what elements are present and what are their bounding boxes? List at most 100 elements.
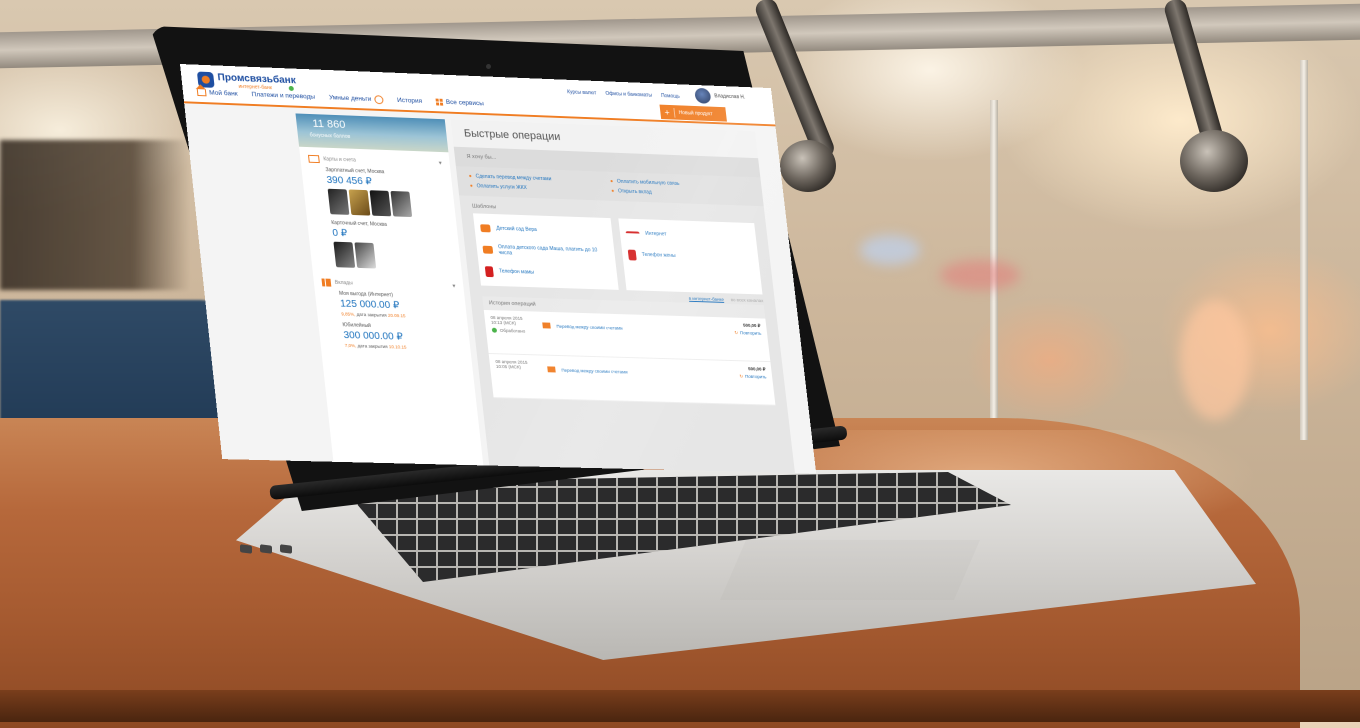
top-link-rates[interactable]: Курсы валют — [567, 89, 597, 96]
section-title: Карты и счета — [323, 156, 357, 164]
transfer-icon — [547, 366, 556, 373]
blurred-light — [1180, 300, 1250, 420]
avatar[interactable] — [694, 87, 712, 104]
template-item[interactable]: Телефон мамы — [484, 260, 612, 285]
building-icon — [482, 245, 493, 254]
template-label: Детский сад Вера — [495, 225, 538, 233]
chevron-down-icon[interactable]: ▾ — [438, 160, 442, 167]
user-menu[interactable]: Владислав Н. — [694, 87, 746, 105]
section-title: Вклады — [334, 279, 354, 287]
deposit-rate: 9,85%, — [341, 311, 356, 317]
history-amount-block: 500,00 ₽ Повторить — [738, 366, 767, 381]
history-time: 10:13 (МСК) — [490, 319, 517, 326]
history-name[interactable]: Перевод между своими счетами — [556, 324, 734, 334]
lamp-knob — [1180, 130, 1248, 192]
history-list: История операций 08 апреля 2015 10:13 (М… — [482, 296, 776, 406]
bonus-label: бонусных баллов — [309, 132, 351, 140]
blurred-shelf — [0, 140, 190, 290]
online-status-icon — [288, 85, 295, 92]
history-date-block: 08 апреля 2015 10:13 (МСК) Обработано — [490, 315, 539, 334]
top-links: Курсы валют Офисы и банкоматы Помощь — [559, 89, 680, 100]
history-name[interactable]: Перевод между своими счетами — [561, 368, 740, 378]
laptop-ports — [240, 540, 330, 558]
deposit-chart-icon — [321, 278, 332, 287]
templates-column: Интернет Телефон жены — [618, 218, 763, 295]
bank-card-image[interactable] — [390, 190, 413, 218]
bank-card-image[interactable] — [369, 190, 392, 217]
history-filter-all[interactable]: во всех каналах — [731, 297, 764, 303]
menu-label: Платежи и переводы — [251, 91, 316, 101]
grid-icon — [435, 98, 444, 106]
transfer-icon — [542, 322, 551, 329]
history-amount: 500,00 ₽ — [747, 366, 766, 372]
deposit-item[interactable]: Юбилейный 300 000.00 ₽ 7,0%, дата закрыт… — [318, 320, 471, 356]
page-body: 11 860 бонусных баллов Карты и счета ▾ З… — [184, 103, 817, 474]
repeat-button[interactable]: Повторить — [739, 374, 767, 381]
menu-label: Умные деньги — [328, 94, 372, 103]
menu-item-history[interactable]: История — [397, 97, 423, 105]
building-icon — [480, 224, 491, 233]
bonus-amount: 11 860 — [311, 117, 346, 131]
templates-grid: Детский сад Вера Оплата детского сада Ма… — [461, 213, 774, 295]
menu-label: Все сервисы — [445, 98, 485, 108]
blurred-light — [940, 260, 1020, 290]
home-icon — [196, 89, 207, 97]
deposit-note: 7,0%, дата закрытия 10.10.15 — [344, 343, 470, 352]
account-item[interactable]: Зарплатный счет, Москва 390 456 ₽ — [301, 164, 456, 222]
menu-item-my-bank[interactable]: Мой банк — [196, 89, 238, 98]
menu-item-all-services[interactable]: Все сервисы — [435, 98, 485, 108]
account-amount: 0 ₽ — [331, 227, 348, 240]
bank-card-image[interactable] — [348, 189, 371, 216]
template-label: Телефон жены — [641, 251, 676, 259]
table-edge — [0, 690, 1360, 722]
deposit-item[interactable]: Моя выгода (Интернет) 125 000.00 ₽ 9,85%… — [315, 288, 468, 324]
template-label: Интернет — [645, 230, 667, 238]
deposit-close-date: 10.10.15 — [388, 344, 407, 350]
account-item[interactable]: Карточный счет, Москва 0 ₽ — [307, 217, 462, 275]
quick-op-deposit[interactable]: Открыть вклад — [611, 188, 751, 199]
template-label: Телефон мамы — [498, 268, 535, 276]
chevron-down-icon[interactable]: ▾ — [452, 283, 456, 290]
history-time: 10:05 (МСК) — [495, 363, 522, 370]
lamp-knob — [780, 140, 836, 192]
history-row[interactable]: 08 апреля 2015 10:05 (МСК) Перевод между… — [488, 353, 776, 406]
menu-item-payments[interactable]: Платежи и переводы — [251, 91, 315, 100]
bank-card-image[interactable] — [354, 242, 377, 269]
history-amount-block: 500,00 ₽ Повторить — [733, 322, 762, 337]
history-status: Обработано — [492, 328, 540, 334]
blurred-light — [860, 235, 920, 265]
deposit-note-label: дата закрытия — [356, 311, 387, 318]
quick-op-utilities[interactable]: Оплатить услуги ЖКХ — [470, 183, 612, 194]
card-list — [327, 188, 456, 219]
account-amount: 390 456 ₽ — [326, 175, 373, 188]
quick-op-mobile[interactable]: Оплатить мобильную связь — [610, 179, 750, 190]
template-label: Оплата детского сада Маша, платить до 10… — [497, 244, 598, 257]
deposit-note-label: дата закрытия — [357, 343, 388, 350]
plus-icon: + — [659, 107, 676, 118]
coin-icon — [373, 95, 384, 105]
template-item[interactable]: Телефон жены — [627, 244, 754, 269]
new-product-label: Новый продукт — [678, 109, 713, 117]
templates-column: Детский сад Вера Оплата детского сада Ма… — [472, 213, 619, 290]
bank-card-image[interactable] — [327, 188, 350, 215]
quick-op-transfer[interactable]: Сделать перевод между счетами — [468, 173, 610, 184]
menu-item-smart-money[interactable]: Умные деньги — [328, 93, 384, 105]
new-product-button[interactable]: + Новый продукт — [659, 104, 727, 122]
history-date-block: 08 апреля 2015 10:05 (МСК) — [495, 359, 544, 370]
top-link-help[interactable]: Помощь — [661, 93, 680, 100]
deposit-rate: 7,0%, — [344, 342, 357, 349]
menu-label: Мой банк — [208, 89, 238, 98]
laptop-trackpad — [720, 540, 980, 600]
history-filter-online[interactable]: в интернет-банке — [689, 296, 725, 302]
phone-icon — [627, 249, 637, 261]
laptop-screen: Промсвязьбанк интернет-банк Курсы валют … — [180, 64, 817, 474]
history-amount: 500,00 ₽ — [742, 322, 761, 329]
railing-post — [1300, 60, 1308, 440]
repeat-button[interactable]: Повторить — [734, 330, 762, 337]
top-link-offices[interactable]: Офисы и банкоматы — [605, 91, 652, 99]
bank-card-image[interactable] — [333, 241, 356, 268]
camera-icon — [486, 64, 491, 69]
phone-icon — [484, 265, 494, 277]
user-name[interactable]: Владислав Н. — [714, 93, 746, 100]
deposit-close-date: 20.09.15 — [387, 312, 406, 319]
